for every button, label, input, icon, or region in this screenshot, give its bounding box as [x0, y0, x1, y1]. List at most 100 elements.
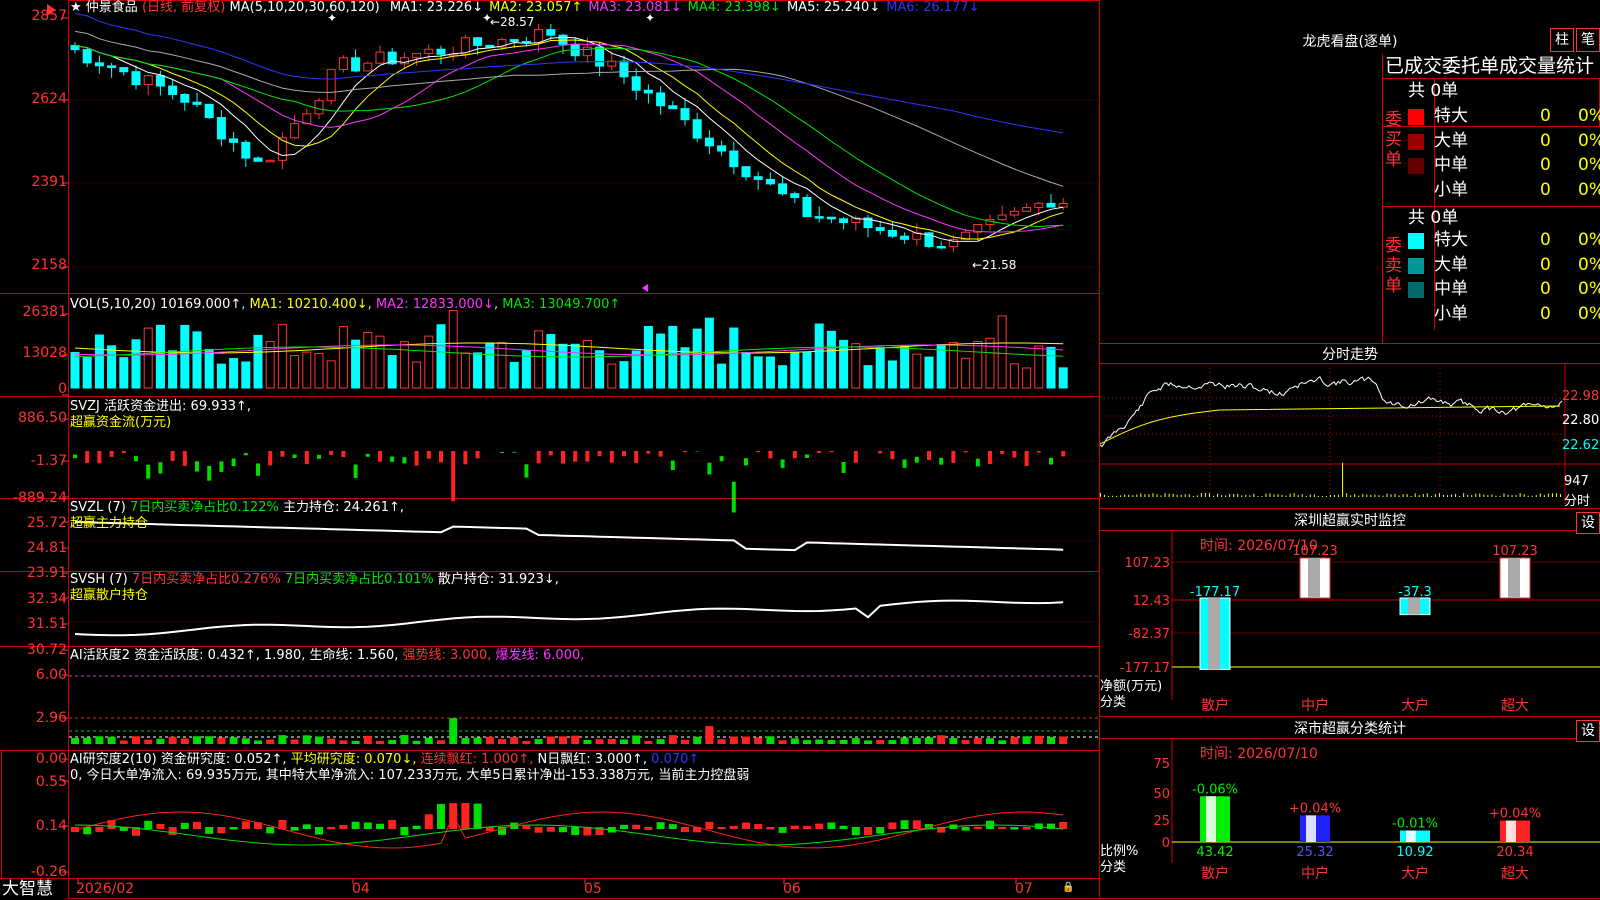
ai-active-bar: [388, 739, 397, 744]
candle-body: [412, 52, 422, 59]
ai-active-bar: [278, 735, 287, 744]
stats-change-label: -0.01%: [1392, 816, 1438, 831]
sell-order-value: 0: [1540, 230, 1551, 250]
intraday-tick: 22.80: [1562, 413, 1600, 428]
ai-research-bar: [485, 827, 494, 831]
intraday-volume-bar: [1208, 493, 1210, 497]
svsh-title: SVSH (7): [70, 572, 128, 587]
period-mode[interactable]: (日线, 前复权): [142, 0, 225, 15]
ai-active-bar: [827, 740, 836, 744]
buy-order-name: 大单: [1434, 130, 1468, 151]
ai-active-values: AI活跃度2 资金活跃度: 0.432↑, 1.980, 生命线: 1.560,: [70, 648, 399, 663]
svsh-header: SVSH (7) 7日内买卖净占比0.276% 7日内买卖净占比0.101% 散…: [70, 572, 559, 604]
sell-order-row: 中单 0 0%: [1408, 277, 1600, 301]
intraday-chart[interactable]: [1100, 364, 1600, 508]
tick-mode-button[interactable]: 笔: [1576, 28, 1600, 52]
fund-flow-bar: [304, 451, 309, 465]
intraday-volume-bar: [1104, 494, 1106, 497]
ai-research-value: AI研究度2(10) 资金研究度: 0.052↑,: [70, 752, 287, 767]
scroll-marker-icon[interactable]: [642, 284, 648, 292]
candle-body: [94, 62, 104, 67]
fund-flow-bar: [268, 451, 273, 466]
volume-bar: [497, 341, 507, 389]
volume-bar: [790, 351, 800, 389]
stock-name[interactable]: 仲景食品: [86, 0, 138, 15]
vol-header: VOL(5,10,20) 10169.000↑, MA1: 10210.400↓…: [70, 297, 621, 312]
intraday-volume-bar: [1475, 493, 1477, 497]
candle-body: [168, 85, 178, 96]
intraday-volume-bar: [1455, 494, 1457, 497]
fund-flow-bar: [134, 456, 138, 462]
intraday-volume-bar: [1459, 495, 1461, 497]
buy-order-pct: 0%: [1578, 130, 1600, 151]
sz-monitor-title: 深圳超赢实时监控: [1294, 513, 1406, 529]
fund-flow-bar: [243, 453, 248, 456]
svzj-tick: 886.50: [18, 410, 67, 426]
svzl-tick: 24.81: [26, 540, 67, 556]
ai-active-bar: [95, 736, 104, 744]
volume-bar: [229, 358, 239, 389]
ai-burst-line: 爆发线: 6.000,: [495, 648, 585, 663]
sz-stats-chart: 75 50 25 0 -0.06% 43.42 散户 +0.04% 25.32 中户 -0.01% 1…: [1100, 738, 1600, 882]
candle-body: [839, 218, 849, 224]
candle-body: [473, 37, 483, 46]
intraday-volume-bar: [1354, 494, 1356, 497]
fund-flow-bar: [231, 458, 236, 467]
volume-bar: [290, 355, 300, 389]
candle-body: [546, 29, 556, 36]
fund-flow-bar: [646, 451, 651, 454]
ai-research-bar: [278, 820, 287, 829]
intraday-volume-bar: [1253, 493, 1255, 497]
intraday-volume-bar: [1442, 494, 1444, 497]
fund-flow-bar: [719, 456, 724, 462]
volume-bar: [558, 343, 568, 389]
ai-research-bar: [144, 820, 153, 829]
ai-research-bar: [998, 826, 1007, 829]
ai-active-bar: [839, 739, 848, 744]
fund-flow-bar: [817, 451, 822, 454]
ai-research-bar: [290, 827, 299, 831]
ai-active-bar: [961, 740, 970, 744]
svzj-tick: -1.37: [30, 453, 67, 469]
volume-bar: [241, 361, 251, 389]
svzl-tick: 25.72: [26, 515, 67, 531]
candle-body: [131, 71, 141, 86]
ai-continuous-red: 连续飘红: 1.000↑,: [420, 752, 534, 767]
brand-logo: 大智慧: [2, 879, 53, 899]
candle-body: [814, 216, 824, 219]
intraday-volume-bar: [1551, 493, 1553, 497]
volume-bar: [741, 351, 751, 389]
fund-flow-bar: [622, 451, 626, 457]
ai-research-bar: [180, 822, 189, 829]
ai-active-bar: [205, 736, 214, 744]
ai-active-bar: [534, 739, 543, 744]
ai-active-bar: [632, 735, 641, 744]
order-stats-title: 已成交委托单成交量统计: [1385, 55, 1595, 77]
volume-bar: [314, 353, 324, 389]
candle-body: [1034, 202, 1044, 209]
ai-research-bar: [327, 827, 336, 830]
ai-active-bar: [546, 736, 555, 744]
candle-body: [509, 39, 519, 42]
buy-order-row: 小单 0 0%: [1408, 178, 1600, 202]
intraday-volume-bar: [1531, 495, 1533, 497]
candle-body: [204, 103, 214, 119]
fund-flow-bar: [73, 454, 77, 459]
fund-flow-bar: [548, 451, 553, 456]
fund-flow-bar: [329, 451, 334, 455]
ai-active-bar: [498, 739, 506, 744]
ai-research-bar: [168, 827, 177, 835]
fund-flow-bar: [146, 464, 151, 479]
fund-flow-bar: [1024, 451, 1029, 466]
candle-body: [997, 214, 1007, 221]
fund-flow-bar: [512, 451, 517, 453]
bar-mode-button[interactable]: 柱: [1550, 28, 1574, 52]
ai-research-bar: [973, 826, 982, 829]
ai-research-bar: [644, 827, 653, 830]
ai-research-bar: [754, 824, 763, 829]
intraday-volume-bar: [1350, 495, 1352, 497]
volume-bar: [460, 352, 470, 389]
ai-active-header: AI活跃度2 资金活跃度: 0.432↑, 1.980, 生命线: 1.560,…: [70, 648, 584, 664]
lock-icon[interactable]: 🔒: [1062, 882, 1074, 893]
buy-order-value: 0: [1540, 179, 1551, 200]
